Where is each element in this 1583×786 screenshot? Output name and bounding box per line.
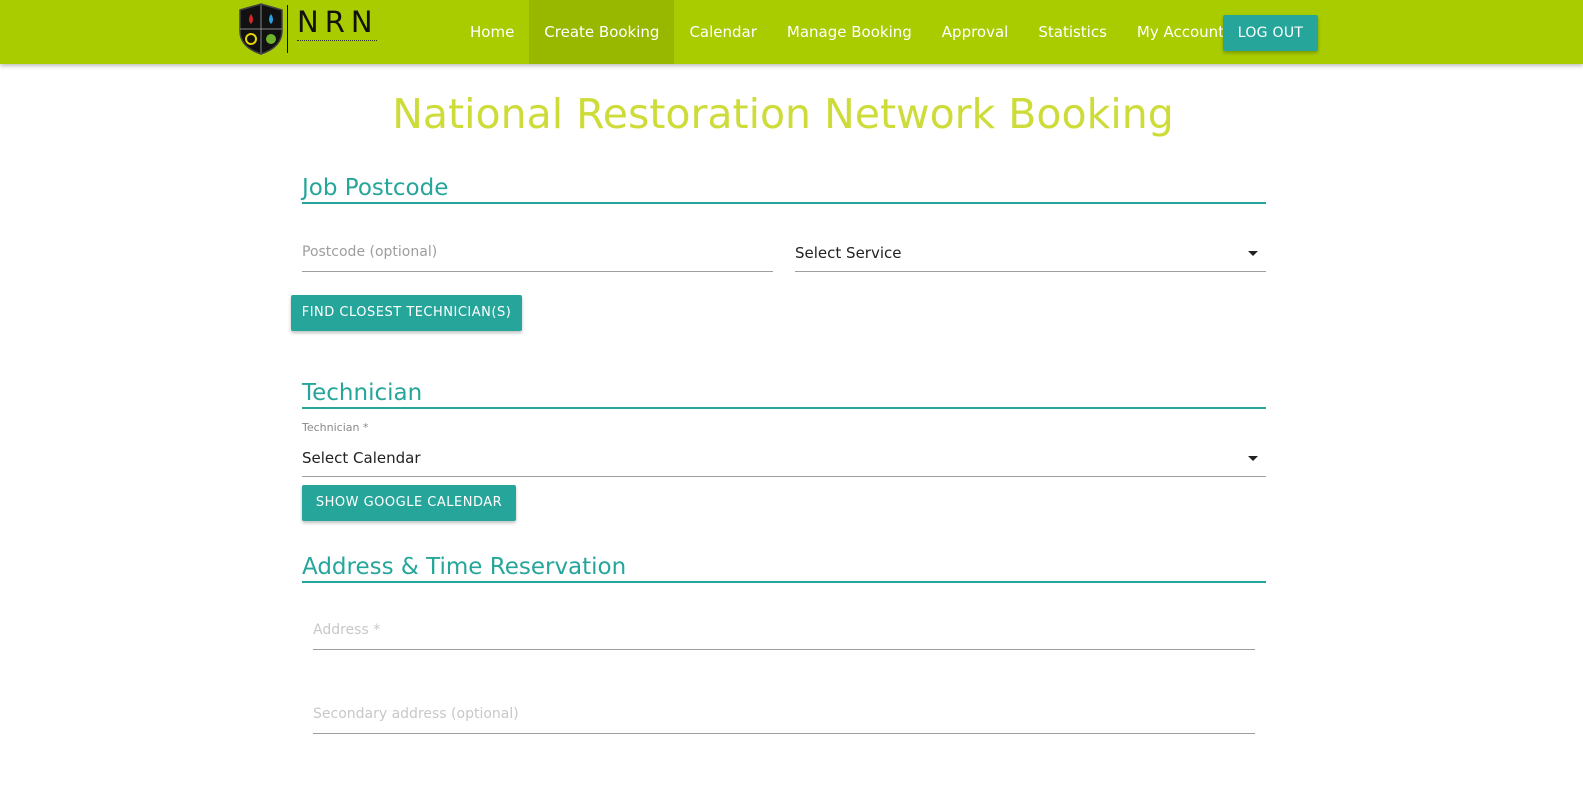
address-placeholder: Address * (313, 622, 381, 638)
nav-calendar[interactable]: Calendar (674, 0, 771, 64)
logo-tagline-line (297, 40, 377, 43)
logout-button[interactable]: LOG OUT (1223, 15, 1318, 51)
service-select-value: Select Service (795, 244, 902, 262)
secondary-address-placeholder: Secondary address (optional) (313, 706, 519, 722)
nav-statistics[interactable]: Statistics (1023, 0, 1122, 64)
shield-logo-icon (239, 3, 283, 55)
secondary-address-input[interactable]: Secondary address (optional) (313, 696, 1255, 734)
technician-select[interactable]: Select Calendar (302, 439, 1266, 477)
caret-down-icon (1248, 456, 1258, 461)
postcode-input[interactable]: Postcode (optional) (302, 234, 773, 272)
postcode-placeholder: Postcode (optional) (302, 244, 438, 260)
logo-divider (287, 5, 288, 53)
find-closest-technicians-button[interactable]: FIND CLOSEST TECHNICIAN(S) (291, 295, 522, 331)
nav-home[interactable]: Home (455, 0, 529, 64)
caret-down-icon (1248, 251, 1258, 256)
page-title: National Restoration Network Booking (392, 90, 1174, 138)
logo-text: NRN (297, 5, 379, 39)
address-input[interactable]: Address * (313, 612, 1255, 650)
section-title-job-postcode: Job Postcode (302, 174, 1266, 204)
nav-approval[interactable]: Approval (927, 0, 1024, 64)
nav-my-account-label: My Account (1136, 23, 1225, 41)
nav-manage-booking[interactable]: Manage Booking (772, 0, 927, 64)
section-title-technician: Technician (302, 379, 1266, 409)
show-google-calendar-button[interactable]: SHOW GOOGLE CALENDAR (302, 485, 516, 521)
top-navbar: NRN Home Create Booking Calendar Manage … (0, 0, 1583, 64)
main-nav: Home Create Booking Calendar Manage Book… (455, 0, 1271, 64)
service-select[interactable]: Select Service (795, 234, 1266, 272)
brand-logo[interactable]: NRN (238, 3, 378, 55)
nav-create-booking[interactable]: Create Booking (529, 0, 675, 64)
technician-field-label: Technician * (302, 421, 369, 434)
technician-select-value: Select Calendar (302, 449, 421, 467)
section-title-address-time: Address & Time Reservation (302, 553, 1266, 583)
